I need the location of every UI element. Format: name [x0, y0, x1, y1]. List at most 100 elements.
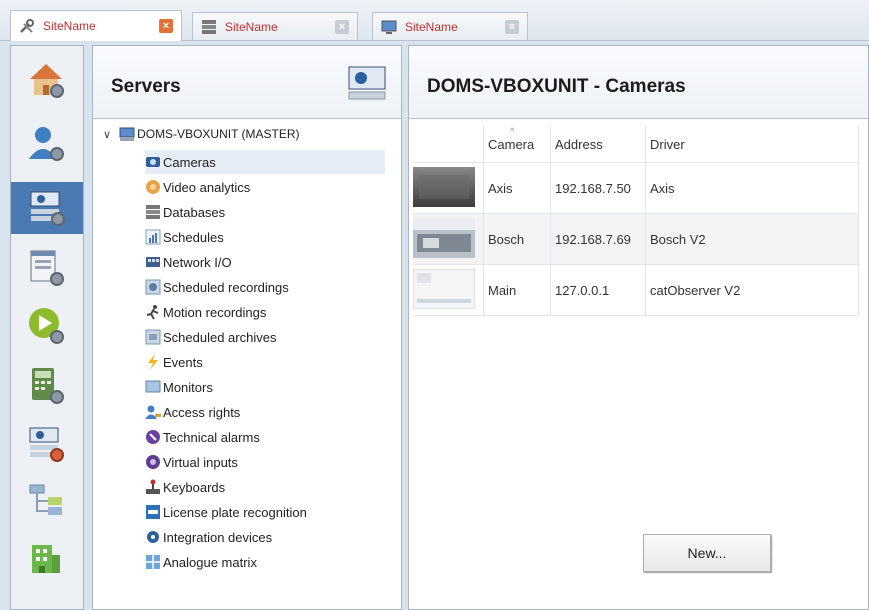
server-icon	[347, 64, 387, 105]
column-header-label: Camera	[488, 136, 535, 152]
main-sidebar	[10, 45, 84, 610]
tree-item-label: Keyboards	[163, 479, 226, 495]
tree-root-label: DOMS-VBOXUNIT (MASTER)	[137, 127, 300, 141]
servers-panel-header: Servers	[93, 46, 401, 119]
column-header-driver[interactable]: Driver	[645, 126, 859, 163]
tab-label: SiteName	[225, 19, 278, 34]
column-header-label: Address	[555, 136, 603, 152]
close-icon[interactable]: ×	[159, 19, 173, 33]
home-gear-icon	[26, 59, 66, 102]
tree-item-databases[interactable]: Databases	[145, 200, 225, 224]
new-camera-button[interactable]: New...	[643, 534, 771, 572]
table-row[interactable]: Bosch 192.168.7.69 Bosch V2	[413, 213, 859, 265]
virtual-input-icon	[145, 454, 161, 470]
tree-item-label: License plate recognition	[163, 504, 307, 520]
camera-thumbnail	[413, 162, 484, 214]
cell-address: 192.168.7.69	[550, 213, 646, 265]
server-record-icon	[26, 423, 66, 466]
close-icon[interactable]: ×	[335, 19, 349, 34]
database-icon	[145, 204, 161, 220]
tree-item-technical-alarms[interactable]: Technical alarms	[145, 425, 260, 449]
tree-item-integration-devices[interactable]: Integration devices	[145, 525, 272, 549]
user-key-icon	[145, 404, 161, 420]
tree-item-video-analytics[interactable]: Video analytics	[145, 175, 250, 199]
server-gear-icon	[27, 187, 67, 230]
tree-item-schedules[interactable]: Schedules	[145, 225, 224, 249]
cell-camera: Bosch	[483, 213, 551, 265]
sidebar-users-button[interactable]	[17, 118, 75, 170]
cell-address: 192.168.7.50	[550, 162, 646, 214]
tree-item-label: Monitors	[163, 379, 213, 395]
cell-camera: Main	[483, 264, 551, 316]
tree-item-label: Video analytics	[163, 179, 251, 195]
column-header-address[interactable]: Address	[550, 126, 646, 163]
tree-root-node[interactable]: ∨ DOMS-VBOXUNIT (MASTER)	[103, 124, 300, 144]
tree-item-cameras[interactable]: Cameras	[145, 150, 385, 174]
column-header-label: Driver	[650, 136, 685, 152]
cameras-table-area: ^ Camera Address Driver Axis 192.168.7.5…	[409, 124, 866, 608]
tab-sitename-3[interactable]: SiteName ×	[372, 12, 528, 40]
tree-item-virtual-inputs[interactable]: Virtual inputs	[145, 450, 238, 474]
tree-item-label: Events	[163, 354, 203, 370]
user-gear-icon	[26, 123, 66, 166]
tree-item-monitors[interactable]: Monitors	[145, 375, 213, 399]
running-man-icon	[145, 304, 161, 320]
close-icon[interactable]: ×	[505, 19, 519, 34]
tree-item-label: Motion recordings	[163, 304, 267, 320]
tree-item-label: Scheduled recordings	[163, 279, 289, 295]
cameras-panel-header: DOMS-VBOXUNIT - Cameras	[409, 46, 868, 119]
cell-driver: Bosch V2	[645, 213, 859, 265]
sidebar-playback-button[interactable]	[17, 300, 75, 352]
camera-thumbnail	[413, 213, 484, 265]
tree-item-label: Network I/O	[163, 254, 232, 270]
table-header-row: ^ Camera Address Driver	[413, 126, 859, 163]
sidebar-sites-button[interactable]	[17, 534, 75, 586]
tab-sitename-2[interactable]: SiteName ×	[192, 12, 358, 40]
tree-item-network-io[interactable]: Network I/O	[145, 250, 232, 274]
archive-icon	[145, 329, 161, 345]
tree-item-label: Schedules	[163, 229, 224, 245]
thumbnail-column-header	[413, 126, 484, 163]
sidebar-recording-button[interactable]	[17, 418, 75, 470]
tab-sitename-1[interactable]: SiteName ×	[10, 10, 182, 41]
monitor-icon	[145, 379, 161, 395]
monitor-icon	[381, 19, 397, 35]
server-icon	[119, 126, 135, 142]
chevron-down-icon[interactable]: ∨	[103, 128, 111, 141]
tree-item-events[interactable]: Events	[145, 350, 203, 374]
cameras-panel: DOMS-VBOXUNIT - Cameras ^ Camera Address…	[408, 45, 869, 610]
keypad-gear-icon	[26, 365, 66, 408]
servers-panel-title: Servers	[111, 76, 181, 97]
table-row[interactable]: Main 127.0.0.1 catObserver V2	[412, 264, 859, 316]
cell-driver: Axis	[645, 162, 859, 214]
cameras-panel-title: DOMS-VBOXUNIT - Cameras	[427, 76, 686, 97]
tools-icon	[19, 18, 35, 34]
tab-label: SiteName	[43, 19, 96, 33]
sidebar-devices-button[interactable]	[17, 360, 75, 412]
analytics-icon	[145, 179, 161, 195]
column-header-camera[interactable]: ^ Camera	[483, 126, 551, 163]
server-tree: ∨ DOMS-VBOXUNIT (MASTER) Cameras Video a…	[93, 124, 399, 608]
tree-item-analogue-matrix[interactable]: Analogue matrix	[145, 550, 257, 574]
tab-label: SiteName	[405, 19, 458, 34]
scheduled-recording-icon	[145, 279, 161, 295]
sidebar-network-button[interactable]	[17, 476, 75, 528]
tree-item-access-rights[interactable]: Access rights	[145, 400, 240, 424]
tree-item-motion-recordings[interactable]: Motion recordings	[145, 300, 266, 324]
tree-item-label: Databases	[163, 204, 226, 220]
cell-address: 127.0.0.1	[550, 264, 646, 316]
table-row[interactable]: Axis 192.168.7.50 Axis	[413, 162, 859, 214]
tree-item-scheduled-recordings[interactable]: Scheduled recordings	[145, 275, 289, 299]
sidebar-servers-button[interactable]	[11, 182, 83, 234]
tree-item-license-plate-recognition[interactable]: License plate recognition	[145, 500, 307, 524]
license-plate-icon	[145, 504, 161, 520]
tree-item-scheduled-archives[interactable]: Scheduled archives	[145, 325, 276, 349]
joystick-icon	[145, 479, 161, 495]
play-gear-icon	[26, 305, 66, 348]
integration-icon	[145, 529, 161, 545]
camera-icon	[145, 154, 161, 170]
sidebar-layouts-button[interactable]	[17, 242, 75, 294]
tree-item-keyboards[interactable]: Keyboards	[145, 475, 225, 499]
sidebar-home-button[interactable]	[17, 54, 75, 106]
matrix-icon	[145, 554, 161, 570]
